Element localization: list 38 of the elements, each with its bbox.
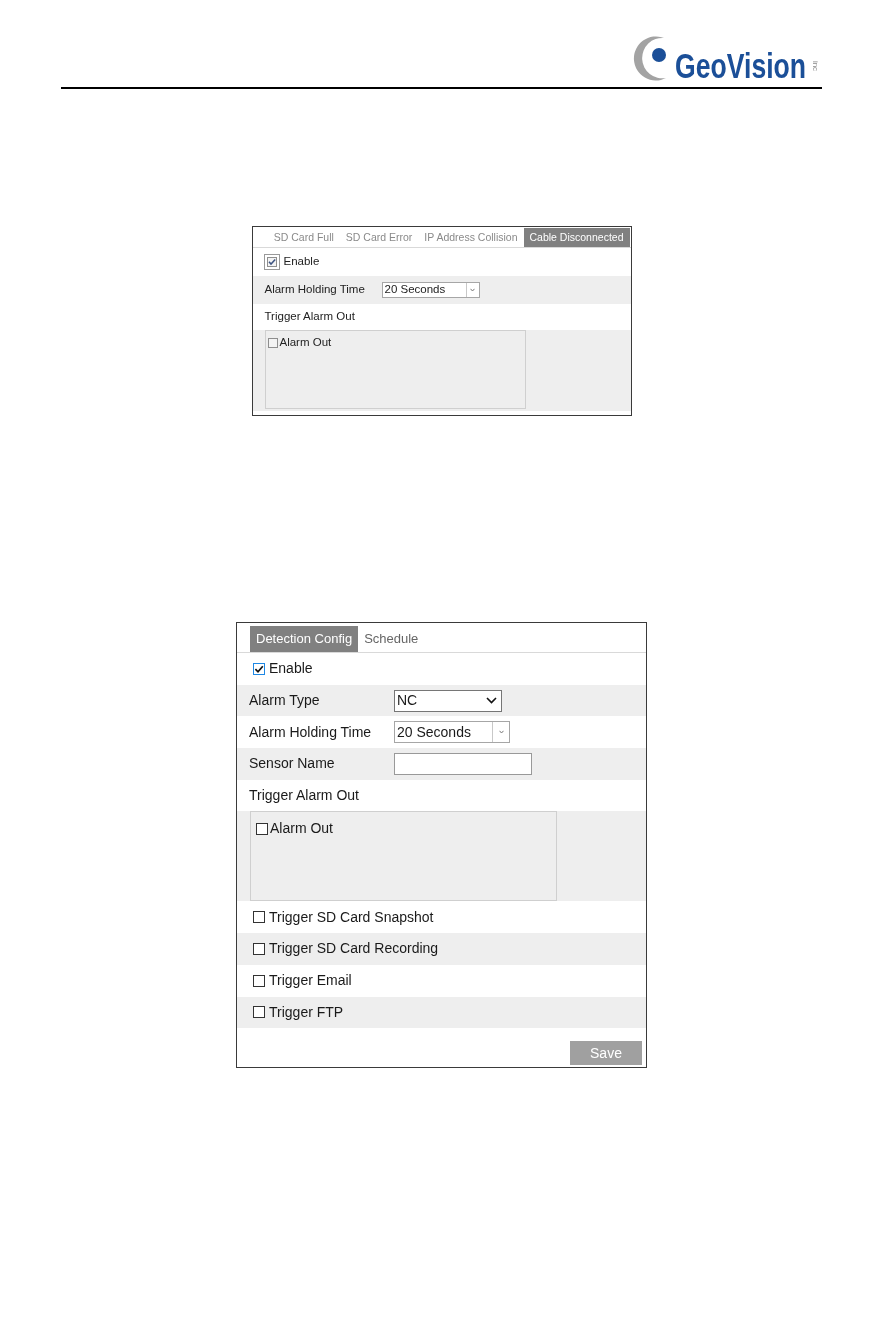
checkbox-label: Trigger SD Card Recording — [269, 939, 439, 959]
tab[interactable]: Schedule — [358, 626, 425, 652]
tab[interactable]: SD Card Full — [267, 228, 340, 247]
checkbox[interactable] — [253, 942, 265, 955]
checkbox[interactable] — [253, 974, 265, 987]
checkbox-label: Trigger Email — [269, 971, 352, 991]
tab[interactable]: IP Address Collision — [418, 228, 524, 247]
tab[interactable]: SD Card Error — [339, 228, 419, 247]
tab[interactable]: Cable Disconnected — [523, 228, 630, 247]
section-heading: Trigger Alarm Out — [249, 786, 359, 806]
checkbox-label: Trigger FTP — [269, 1002, 344, 1022]
text-input[interactable] — [394, 752, 532, 775]
chevron-down-icon — [470, 288, 475, 292]
field-label: Alarm Holding Time — [249, 722, 373, 742]
checkbox[interactable] — [263, 254, 280, 270]
checkbox-label: Trigger SD Card Snapshot — [269, 907, 434, 927]
field-label: Sensor Name — [249, 754, 336, 774]
chevron-down-icon — [498, 730, 504, 735]
dropdown[interactable]: NC — [394, 689, 502, 712]
section-heading: Trigger Alarm Out — [264, 309, 355, 325]
logo-suffix: inc — [811, 60, 820, 72]
save-button[interactable]: Save — [570, 1041, 642, 1066]
logo-wordmark: GeoVision — [675, 48, 807, 83]
checkbox-label: Alarm Out — [270, 819, 333, 839]
dropdown[interactable]: 20 Seconds — [381, 282, 480, 298]
checkbox-label: Enable — [269, 659, 313, 679]
checkbox[interactable] — [253, 662, 265, 675]
checkbox-label: Alarm Out — [279, 335, 332, 350]
checkbox[interactable] — [256, 822, 268, 835]
checkbox[interactable] — [253, 1006, 265, 1019]
dropdown[interactable]: 20 Seconds — [394, 721, 510, 744]
field-label: Alarm Holding Time — [264, 282, 366, 298]
field-label: Alarm Type — [249, 691, 321, 711]
chevron-down-icon — [486, 697, 497, 705]
checkbox[interactable] — [267, 337, 278, 348]
checkbox-label: Enable — [283, 254, 320, 270]
tab[interactable]: Detection Config — [250, 626, 359, 652]
checkbox[interactable] — [253, 911, 265, 924]
